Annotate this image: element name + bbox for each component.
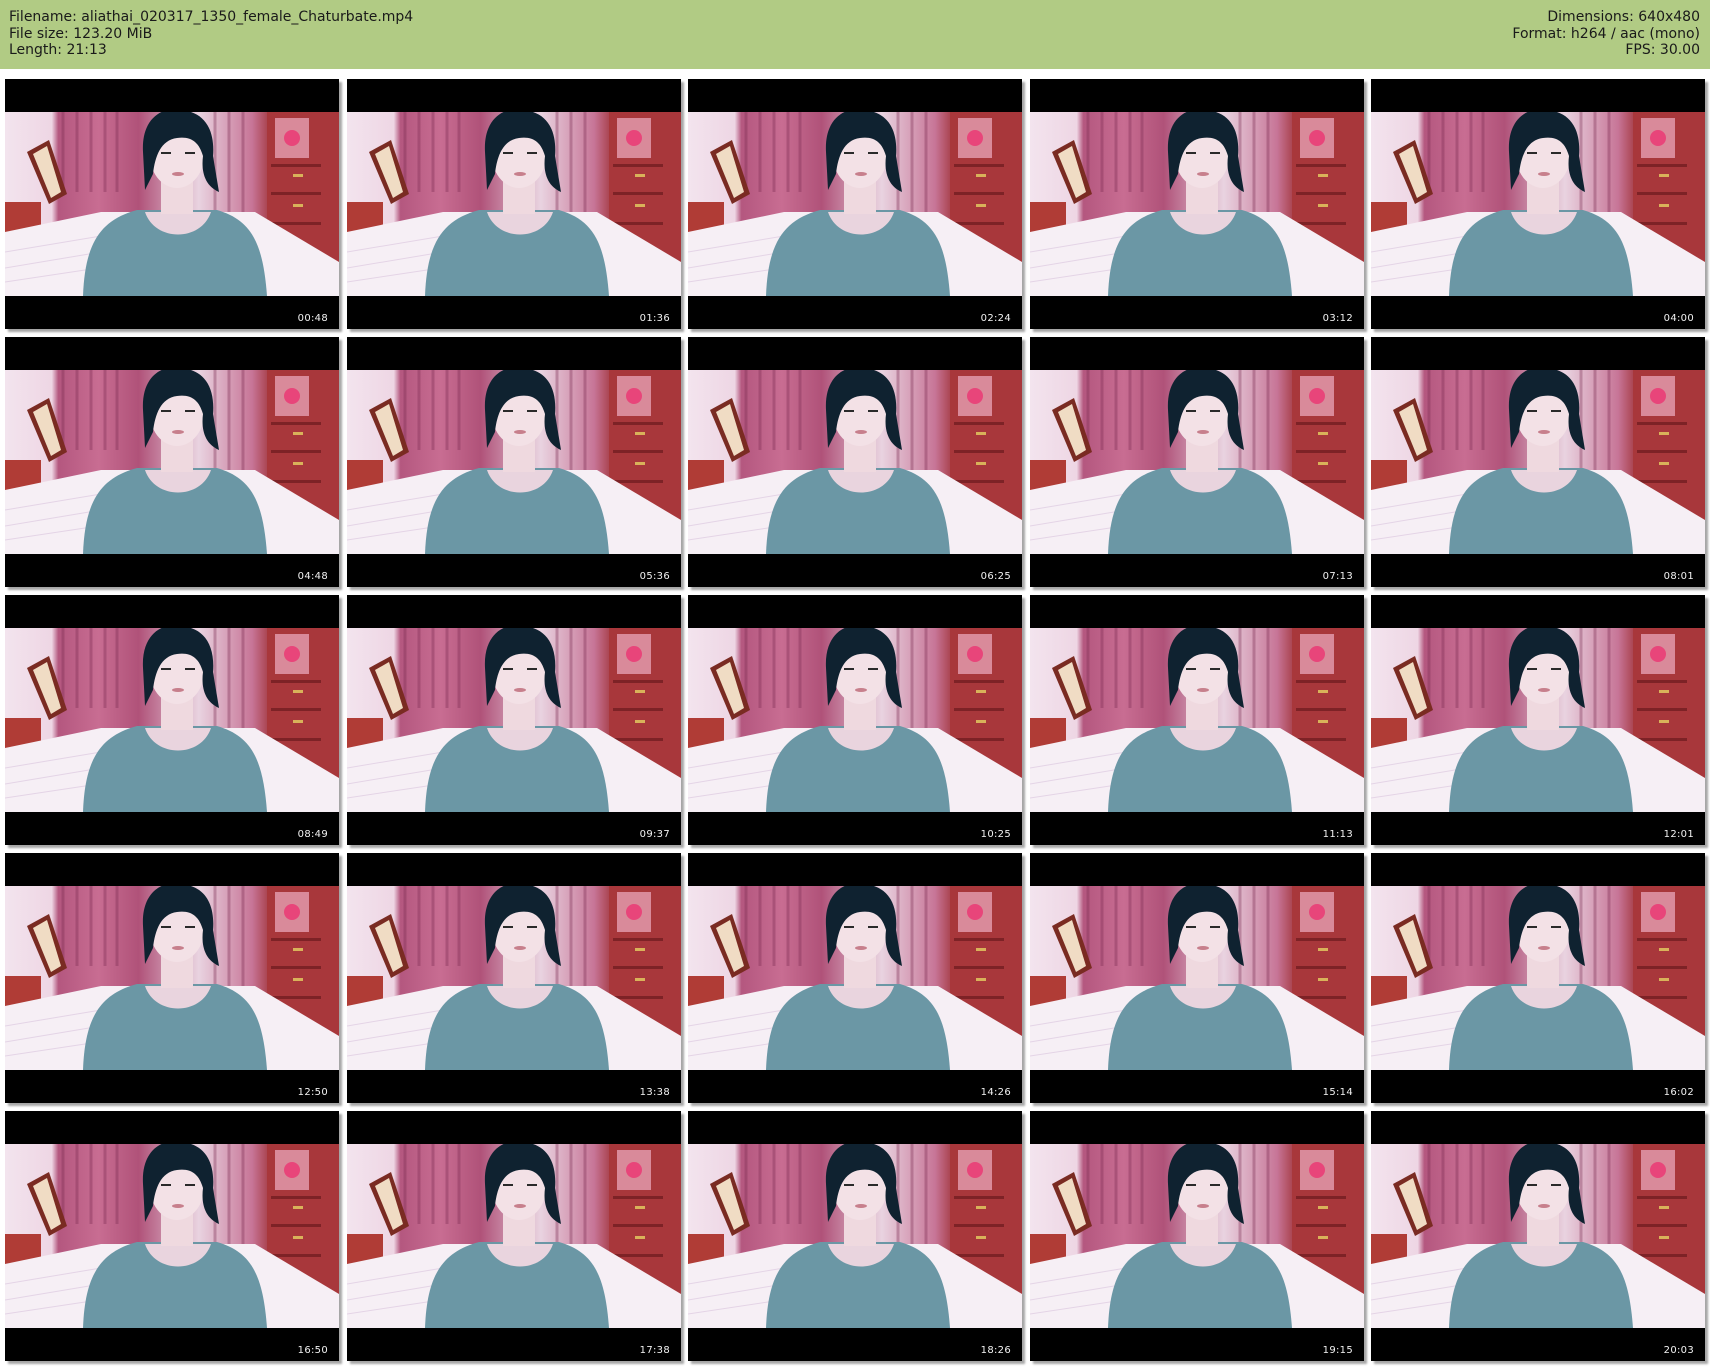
frame-image	[5, 370, 339, 554]
video-thumbnail[interactable]: 20:03	[1371, 1111, 1705, 1361]
video-thumbnail[interactable]: 07:13	[1030, 337, 1364, 587]
frame-timestamp: 08:01	[1663, 571, 1694, 582]
frame-timestamp: 05:36	[639, 571, 670, 582]
frame-timestamp: 18:26	[980, 1345, 1011, 1356]
frame-timestamp: 20:03	[1663, 1345, 1694, 1356]
frame-timestamp: 12:50	[297, 1087, 328, 1098]
video-thumbnail[interactable]: 08:49	[5, 595, 339, 845]
video-thumbnail[interactable]: 19:15	[1030, 1111, 1364, 1361]
file-info: Filename: aliathai_020317_1350_female_Ch…	[9, 9, 413, 59]
filename-text: Filename: aliathai_020317_1350_female_Ch…	[9, 9, 414, 25]
frame-image	[1371, 370, 1705, 554]
video-thumbnail[interactable]: 12:01	[1371, 595, 1705, 845]
format-text: Format: h264 / aac (mono)	[1512, 25, 1700, 42]
frame-image	[5, 886, 339, 1070]
video-thumbnail[interactable]: 11:13	[1030, 595, 1364, 845]
frame-timestamp: 10:25	[980, 829, 1011, 840]
frame-timestamp: 11:13	[1322, 829, 1353, 840]
frame-image	[688, 1144, 1022, 1328]
frame-image	[1030, 1144, 1364, 1328]
media-info: Dimensions: 640x480 Format: h264 / aac (…	[1512, 9, 1700, 59]
video-thumbnail[interactable]: 03:12	[1030, 79, 1364, 329]
video-thumbnail[interactable]: 02:24	[688, 79, 1022, 329]
video-thumbnail[interactable]: 13:38	[347, 853, 681, 1103]
video-thumbnail[interactable]: 06:25	[688, 337, 1022, 587]
video-thumbnail[interactable]: 16:50	[5, 1111, 339, 1361]
frame-timestamp: 06:25	[980, 571, 1011, 582]
video-thumbnail[interactable]: 09:37	[347, 595, 681, 845]
frame-image	[5, 1144, 339, 1328]
frame-image	[688, 628, 1022, 812]
frame-image	[347, 370, 681, 554]
frame-timestamp: 08:49	[297, 829, 328, 840]
dimensions-text: Dimensions: 640x480	[1547, 9, 1700, 25]
length-text: Length: 21:13	[9, 42, 107, 58]
frame-image	[1030, 628, 1364, 812]
frame-image	[347, 112, 681, 296]
frame-timestamp: 09:37	[639, 829, 670, 840]
frame-timestamp: 17:38	[639, 1345, 670, 1356]
frame-timestamp: 07:13	[1322, 571, 1353, 582]
frame-timestamp: 14:26	[980, 1087, 1011, 1098]
frame-timestamp: 16:50	[297, 1345, 328, 1356]
frame-image	[1030, 886, 1364, 1070]
filesize-text: File size: 123.20 MiB	[9, 25, 153, 42]
frame-image	[5, 112, 339, 296]
frame-image	[1030, 370, 1364, 554]
frame-image	[347, 1144, 681, 1328]
video-thumbnail[interactable]: 00:48	[5, 79, 339, 329]
video-thumbnail[interactable]: 05:36	[347, 337, 681, 587]
frame-image	[1030, 112, 1364, 296]
frame-timestamp: 19:15	[1322, 1345, 1353, 1356]
frame-image	[688, 886, 1022, 1070]
video-thumbnail[interactable]: 01:36	[347, 79, 681, 329]
video-thumbnail[interactable]: 14:26	[688, 853, 1022, 1103]
frame-image	[5, 628, 339, 812]
video-thumbnail[interactable]: 12:50	[5, 853, 339, 1103]
frame-image	[1371, 112, 1705, 296]
frame-timestamp: 16:02	[1663, 1087, 1694, 1098]
frame-timestamp: 15:14	[1322, 1087, 1353, 1098]
video-thumbnail[interactable]: 15:14	[1030, 853, 1364, 1103]
frame-timestamp: 13:38	[639, 1087, 670, 1098]
video-thumbnail[interactable]: 08:01	[1371, 337, 1705, 587]
frame-timestamp: 04:00	[1663, 313, 1694, 324]
frame-image	[1371, 628, 1705, 812]
video-thumbnail[interactable]: 18:26	[688, 1111, 1022, 1361]
video-thumbnail[interactable]: 17:38	[347, 1111, 681, 1361]
frame-image	[1371, 886, 1705, 1070]
thumbnail-grid: 00:48 01:36 02:24 03:12 04:00 04:48 05:36 06:25…	[5, 79, 1705, 1364]
frame-image	[688, 112, 1022, 296]
video-thumbnail[interactable]: 04:48	[5, 337, 339, 587]
info-header: Filename: aliathai_020317_1350_female_Ch…	[0, 0, 1710, 69]
frame-timestamp: 04:48	[297, 571, 328, 582]
frame-image	[347, 628, 681, 812]
frame-image	[688, 370, 1022, 554]
frame-timestamp: 03:12	[1322, 313, 1353, 324]
frame-timestamp: 02:24	[980, 313, 1011, 324]
video-thumbnail[interactable]: 04:00	[1371, 79, 1705, 329]
frame-timestamp: 01:36	[639, 313, 670, 324]
frame-image	[1371, 1144, 1705, 1328]
video-thumbnail[interactable]: 10:25	[688, 595, 1022, 845]
video-thumbnail[interactable]: 16:02	[1371, 853, 1705, 1103]
frame-timestamp: 00:48	[297, 313, 328, 324]
frame-image	[347, 886, 681, 1070]
fps-text: FPS: 30.00	[1625, 42, 1700, 58]
frame-timestamp: 12:01	[1663, 829, 1694, 840]
